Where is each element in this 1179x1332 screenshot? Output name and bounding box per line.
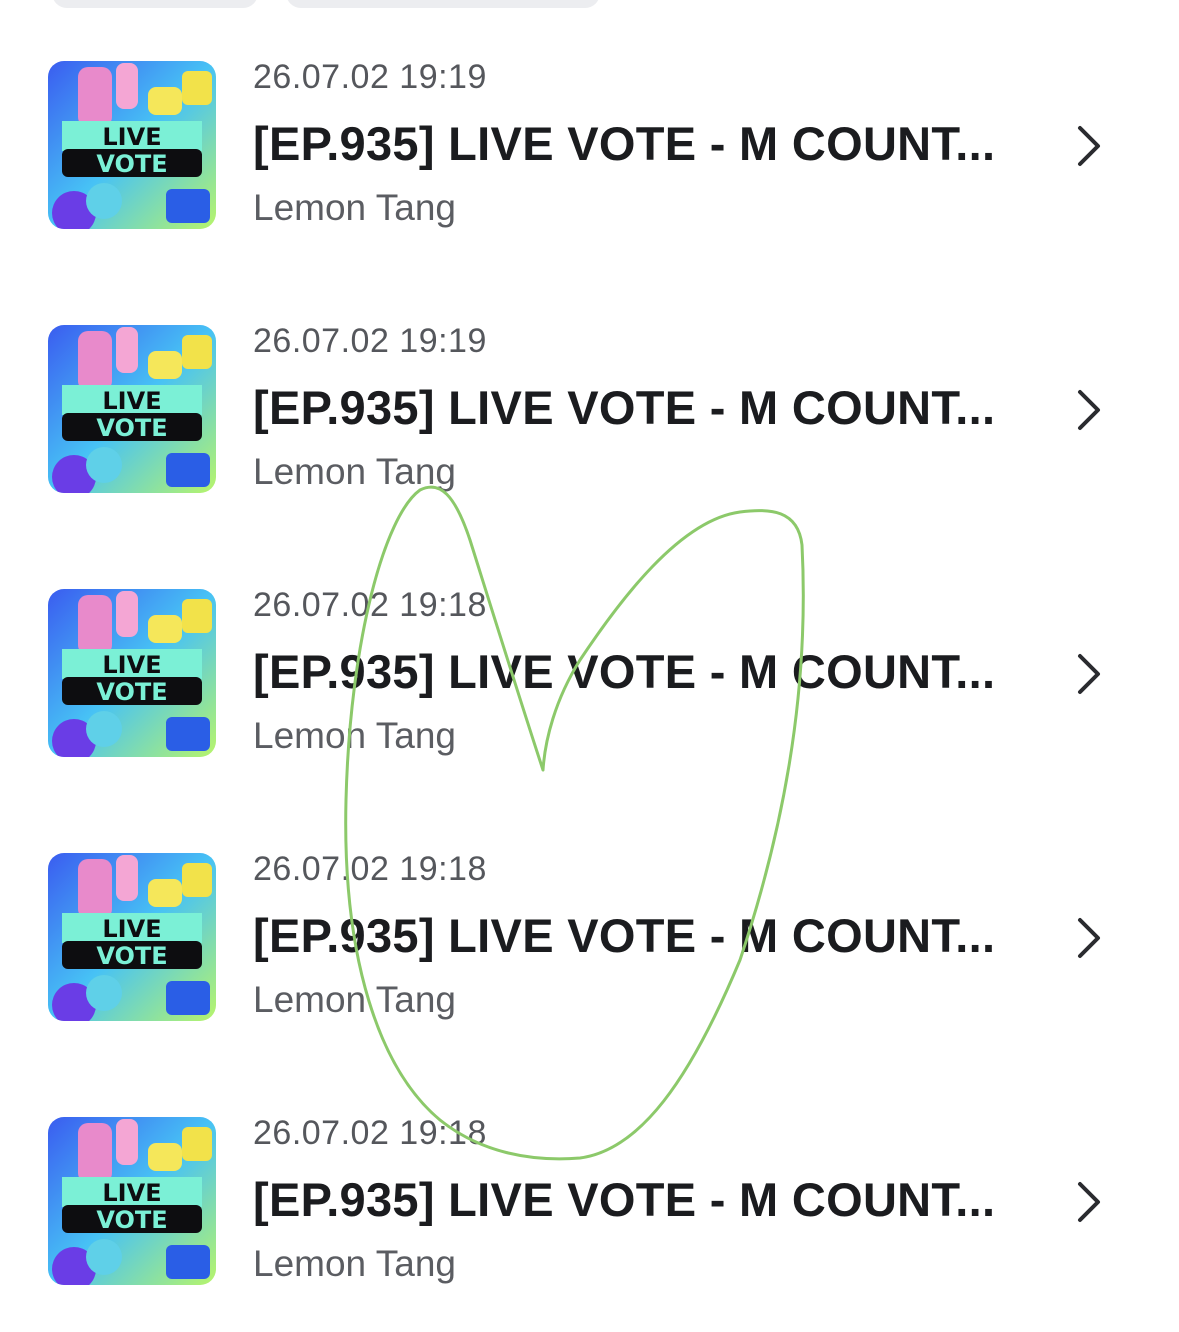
thumb-text-line1: LIVE	[102, 387, 161, 415]
item-title: [EP.935] LIVE VOTE - M COUNT...	[253, 1173, 996, 1226]
chevron-right-icon[interactable]	[1070, 652, 1110, 696]
item-date: 26.07.02 19:19	[253, 322, 487, 360]
chevron-right-icon[interactable]	[1070, 916, 1110, 960]
chevron-right-icon[interactable]	[1070, 124, 1110, 168]
live-vote-thumbnail: LIVE VOTE	[48, 589, 216, 757]
list-item[interactable]: LIVE VOTE 26.07.02 19:19 [EP.935] LIVE V…	[0, 264, 1179, 528]
thumb-text-line2: VOTE	[96, 414, 167, 442]
list-item[interactable]: LIVE VOTE 26.07.02 19:19 [EP.935] LIVE V…	[0, 0, 1179, 264]
chevron-right-icon[interactable]	[1070, 388, 1110, 432]
item-author: Lemon Tang	[253, 451, 456, 492]
thumb-text-line1: LIVE	[102, 651, 161, 679]
item-title: [EP.935] LIVE VOTE - M COUNT...	[253, 117, 996, 170]
thumb-text-line1: LIVE	[102, 123, 161, 151]
item-title: [EP.935] LIVE VOTE - M COUNT...	[253, 381, 996, 434]
list-item[interactable]: LIVE VOTE 26.07.02 19:18 [EP.935] LIVE V…	[0, 1056, 1179, 1320]
item-date: 26.07.02 19:18	[253, 1114, 487, 1152]
live-vote-thumbnail: LIVE VOTE	[48, 853, 216, 1021]
thumb-text-line2: VOTE	[96, 942, 167, 970]
item-author: Lemon Tang	[253, 187, 456, 228]
item-date: 26.07.02 19:18	[253, 850, 487, 888]
item-author: Lemon Tang	[253, 979, 456, 1020]
item-title: [EP.935] LIVE VOTE - M COUNT...	[253, 645, 996, 698]
list-item[interactable]: LIVE VOTE 26.07.02 19:18 [EP.935] LIVE V…	[0, 528, 1179, 792]
thumb-text-line1: LIVE	[102, 1179, 161, 1207]
item-date: 26.07.02 19:18	[253, 586, 487, 624]
thumb-text-line2: VOTE	[96, 678, 167, 706]
thumb-text-line2: VOTE	[96, 150, 167, 178]
live-vote-thumbnail: LIVE VOTE	[48, 1117, 216, 1285]
live-vote-thumbnail: LIVE VOTE	[48, 61, 216, 229]
thumb-text-line2: VOTE	[96, 1206, 167, 1234]
item-author: Lemon Tang	[253, 715, 456, 756]
chevron-right-icon[interactable]	[1070, 1180, 1110, 1224]
thumb-text-line1: LIVE	[102, 915, 161, 943]
item-date: 26.07.02 19:19	[253, 58, 487, 96]
item-author: Lemon Tang	[253, 1243, 456, 1284]
live-vote-thumbnail: LIVE VOTE	[48, 325, 216, 493]
item-title: [EP.935] LIVE VOTE - M COUNT...	[253, 909, 996, 962]
list-item[interactable]: LIVE VOTE 26.07.02 19:18 [EP.935] LIVE V…	[0, 792, 1179, 1056]
